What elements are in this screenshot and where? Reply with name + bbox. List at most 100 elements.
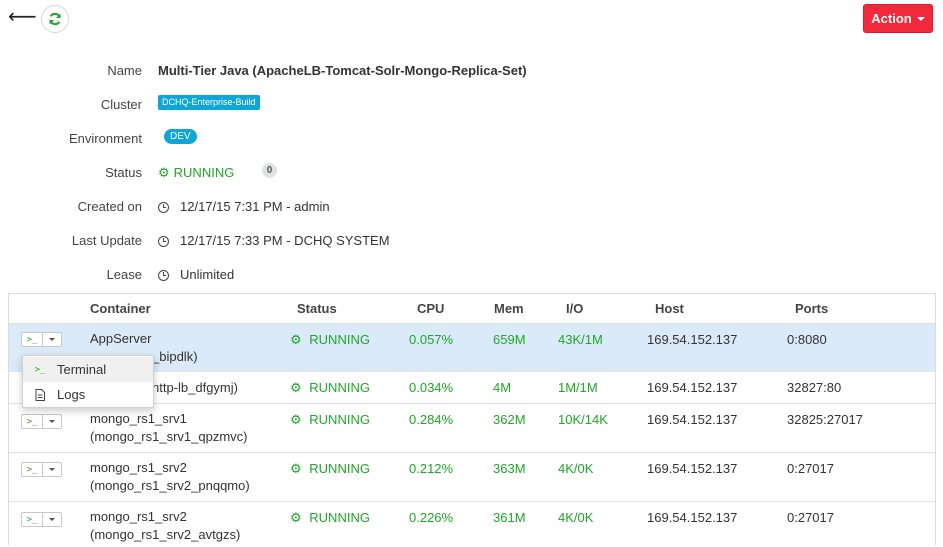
header-container[interactable]: Container	[90, 301, 151, 316]
container-table: Container Status CPU Mem I/O Host Ports …	[8, 293, 936, 545]
row-io: 43K/1M	[558, 332, 603, 347]
created-value: 12/17/15 7:31 PM - admin	[180, 199, 330, 214]
detail-name: Name Multi-Tier Java (ApacheLB-Tomcat-So…	[0, 61, 943, 81]
row-io: 4K/0K	[558, 510, 594, 525]
environment-label: Environment	[69, 131, 142, 146]
row-host: 169.54.152.137	[647, 332, 738, 347]
row-ports: 0:27017	[787, 461, 834, 476]
container-name[interactable]: AppServer	[90, 330, 198, 348]
terminal-button[interactable]: >_	[21, 512, 42, 527]
dropdown-toggle[interactable]	[42, 332, 62, 347]
container-id: (mongo_rs1_srv1_qpzmvc)	[90, 429, 248, 444]
header-mem[interactable]: Mem	[494, 301, 524, 316]
gear-icon: ⚙	[290, 412, 302, 427]
gear-icon: ⚙	[290, 380, 302, 395]
menu-item-logs-label: Logs	[57, 387, 86, 402]
table-header: Container Status CPU Mem I/O Host Ports	[9, 294, 937, 322]
refresh-button[interactable]	[41, 5, 69, 33]
row-host: 169.54.152.137	[647, 380, 738, 395]
caret-down-icon	[49, 420, 55, 423]
gear-icon: ⚙	[290, 510, 302, 525]
status-value: RUNNING	[173, 165, 235, 180]
container-id: (mongo_rs1_srv2_avtgzs)	[90, 527, 241, 542]
row-cpu: 0.212%	[409, 461, 454, 476]
action-button-label: Action	[871, 11, 912, 26]
row-status: RUNNING	[309, 461, 370, 476]
table-row[interactable]: >_ mongo_rs1_srv2 (mongo_rs1_srv2_pnqqmo…	[9, 452, 935, 502]
detail-cluster: Cluster DCHQ-Enterprise-Build	[0, 95, 943, 115]
dropdown-toggle[interactable]	[42, 462, 62, 477]
file-icon	[35, 388, 45, 401]
status-count-badge: 0	[262, 163, 277, 178]
lease-value: Unlimited	[180, 267, 235, 282]
row-cpu: 0.034%	[409, 380, 454, 395]
menu-item-terminal-label: Terminal	[57, 362, 107, 377]
header-cpu[interactable]: CPU	[417, 301, 444, 316]
row-mem: 659M	[493, 332, 526, 347]
row-host: 169.54.152.137	[647, 510, 738, 525]
row-cpu: 0.057%	[409, 332, 454, 347]
gear-icon: ⚙	[290, 332, 302, 347]
detail-lease: Lease Unlimited	[0, 265, 943, 285]
container-name[interactable]: mongo_rs1_srv1	[90, 410, 248, 428]
row-mem: 362M	[493, 412, 526, 427]
back-arrow-icon[interactable]: ⟵	[8, 7, 37, 28]
clock-icon	[158, 269, 169, 281]
clock-icon	[158, 201, 169, 213]
row-io: 10K/14K	[558, 412, 608, 427]
detail-environment: Environment DEV	[0, 129, 943, 149]
header-status[interactable]: Status	[297, 301, 337, 316]
row-status: RUNNING	[309, 332, 370, 347]
action-button[interactable]: Action	[863, 4, 933, 33]
refresh-icon	[49, 12, 61, 26]
name-label: Name	[107, 63, 142, 78]
dropdown-toggle[interactable]	[42, 512, 62, 527]
clock-icon	[158, 235, 169, 247]
header-ports[interactable]: Ports	[795, 301, 828, 316]
menu-item-logs[interactable]: Logs	[23, 382, 153, 407]
update-label: Last Update	[71, 233, 142, 248]
header-host[interactable]: Host	[655, 301, 684, 316]
header-io[interactable]: I/O	[566, 301, 583, 316]
caret-down-icon	[49, 468, 55, 471]
detail-status: Status ⚙ RUNNING 0	[0, 163, 943, 183]
caret-down-icon	[49, 518, 55, 521]
row-status: RUNNING	[309, 380, 370, 395]
row-mem: 363M	[493, 461, 526, 476]
table-row[interactable]: >_ mongo_rs1_srv2 (mongo_rs1_srv2_avtgzs…	[9, 501, 935, 547]
row-ports: 32827:80	[787, 380, 842, 395]
environment-badge: DEV	[164, 129, 197, 144]
container-id: (mongo_rs1_srv2_pnqqmo)	[90, 478, 250, 493]
row-ports: 0:8080	[787, 332, 827, 347]
row-host: 169.54.152.137	[647, 412, 738, 427]
row-status: RUNNING	[309, 412, 370, 427]
created-label: Created on	[77, 199, 142, 214]
caret-down-icon	[49, 338, 55, 341]
name-value: Multi-Tier Java (ApacheLB-Tomcat-Solr-Mo…	[158, 63, 527, 78]
gear-icon: ⚙	[290, 461, 302, 476]
cluster-label: Cluster	[100, 97, 142, 112]
dropdown-toggle[interactable]	[42, 414, 62, 429]
row-cpu: 0.284%	[409, 412, 454, 427]
row-status: RUNNING	[309, 510, 370, 525]
container-action-menu: >_ Terminal Logs	[22, 355, 154, 408]
container-name[interactable]: mongo_rs1_srv2	[90, 459, 250, 477]
row-mem: 4M	[493, 380, 512, 395]
lease-label: Lease	[106, 267, 142, 282]
menu-item-terminal[interactable]: >_ Terminal	[23, 357, 153, 382]
terminal-icon: >_	[34, 364, 46, 375]
terminal-button[interactable]: >_	[21, 462, 42, 477]
row-mem: 361M	[493, 510, 526, 525]
gear-icon: ⚙	[158, 165, 170, 180]
terminal-button[interactable]: >_	[21, 332, 42, 347]
row-host: 169.54.152.137	[647, 461, 738, 476]
container-name[interactable]: mongo_rs1_srv2	[90, 508, 240, 526]
detail-created: Created on 12/17/15 7:31 PM - admin	[0, 197, 943, 217]
detail-last-update: Last Update 12/17/15 7:33 PM - DCHQ SYST…	[0, 231, 943, 251]
row-io: 1M/1M	[558, 380, 598, 395]
caret-down-icon	[916, 16, 925, 21]
table-row[interactable]: >_ mongo_rs1_srv1 (mongo_rs1_srv1_qpzmvc…	[9, 403, 935, 452]
cluster-badge[interactable]: DCHQ-Enterprise-Build	[158, 95, 260, 110]
row-ports: 0:27017	[787, 510, 834, 525]
terminal-button[interactable]: >_	[21, 414, 42, 429]
